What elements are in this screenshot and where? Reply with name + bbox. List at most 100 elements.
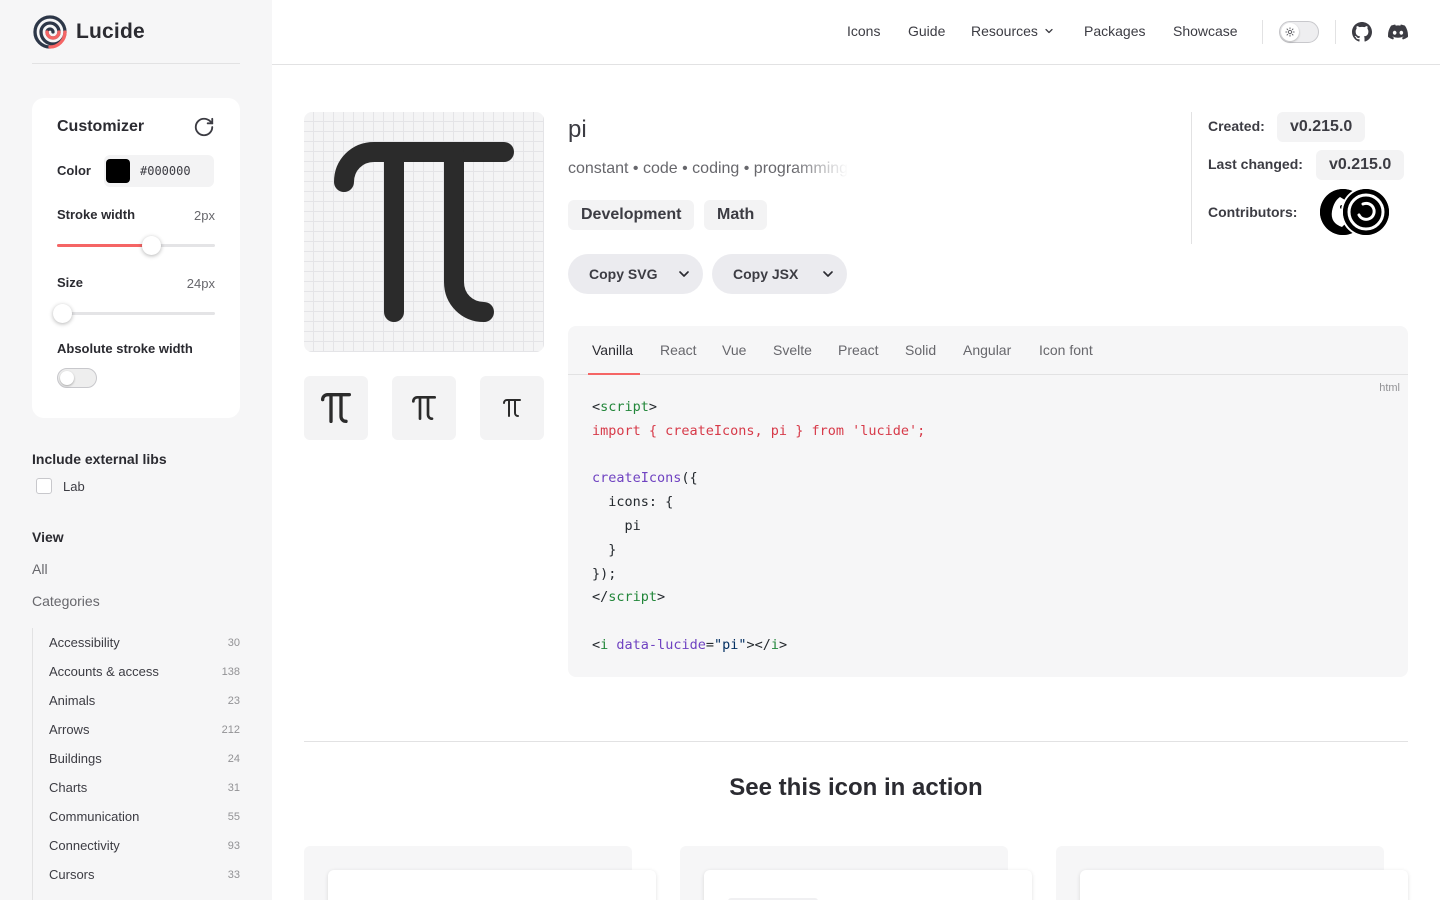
code-token: "pi" xyxy=(713,636,747,653)
category-list-item[interactable]: Communication 55 xyxy=(33,802,240,831)
demo-card[interactable] xyxy=(304,846,656,900)
category-name: Connectivity xyxy=(49,838,120,853)
copy-svg-label: Copy SVG xyxy=(589,266,658,282)
created-version-badge[interactable]: v0.215.0 xyxy=(1277,112,1366,142)
code-token: > xyxy=(779,636,788,653)
avatar-image xyxy=(1343,189,1389,235)
view-categories-link[interactable]: Categories xyxy=(32,593,100,609)
copy-jsx-button[interactable]: Copy JSX xyxy=(712,254,847,294)
tab-angular[interactable]: Angular xyxy=(963,342,1011,358)
theme-toggle-knob xyxy=(1281,23,1299,41)
nav-resources[interactable]: Resources xyxy=(971,23,1055,39)
category-list-item[interactable]: Accounts & access 138 xyxy=(33,657,240,686)
code-token: import { createIcons, pi } from 'lucide'… xyxy=(592,422,926,439)
pi-icon xyxy=(503,399,521,417)
code-token: }); xyxy=(592,565,617,582)
category-list: Accessibility 30 Accounts & access 138 Anima… xyxy=(32,628,240,900)
code-token: script xyxy=(608,589,658,606)
tab-icon-font[interactable]: Icon font xyxy=(1039,342,1093,358)
nav-icons[interactable]: Icons xyxy=(847,23,880,39)
absolute-stroke-toggle[interactable] xyxy=(57,368,97,388)
copy-jsx-dropdown[interactable] xyxy=(809,254,847,294)
tab-preact[interactable]: Preact xyxy=(838,342,878,358)
pi-icon xyxy=(334,142,514,322)
category-list-item[interactable]: Animals 23 xyxy=(33,686,240,715)
tab-svelte[interactable]: Svelte xyxy=(773,342,812,358)
tab-vanilla[interactable]: Vanilla xyxy=(592,342,633,358)
category-list-item[interactable]: Connectivity 93 xyxy=(33,831,240,860)
stroke-width-slider-fill xyxy=(57,244,152,247)
code-token: data-lucide xyxy=(616,636,706,653)
last-changed-label: Last changed: xyxy=(1208,156,1303,172)
code-token: </ xyxy=(592,589,609,606)
toggle-knob xyxy=(60,371,74,385)
category-list-item[interactable]: Charts 31 xyxy=(33,773,240,802)
size-slider-thumb[interactable] xyxy=(53,304,72,323)
color-swatch[interactable] xyxy=(106,159,130,183)
pi-icon xyxy=(412,396,436,420)
category-count: 23 xyxy=(227,694,240,707)
code-token: = xyxy=(705,636,714,653)
view-all-link[interactable]: All xyxy=(32,561,48,577)
stroke-width-slider-thumb[interactable] xyxy=(142,236,162,255)
reset-icon[interactable] xyxy=(193,116,215,138)
category-list-item[interactable]: Accessibility 30 xyxy=(33,628,240,657)
code-snippet[interactable]: <script> import { createIcons, pi } from… xyxy=(592,396,925,658)
code-token: icons: { xyxy=(592,494,674,511)
chevron-down-icon xyxy=(679,271,689,277)
demo-card-inner xyxy=(328,870,656,900)
category-name: Cursors xyxy=(49,867,95,882)
sun-icon xyxy=(1285,27,1295,37)
discord-icon[interactable] xyxy=(1388,22,1408,42)
category-list-item[interactable]: Cursors 33 xyxy=(33,860,240,889)
color-picker[interactable]: #000000 xyxy=(104,155,214,187)
copy-svg-dropdown[interactable] xyxy=(665,254,703,294)
github-icon[interactable] xyxy=(1352,22,1372,42)
category-tag-development[interactable]: Development xyxy=(568,200,695,230)
demo-card[interactable] xyxy=(680,846,1032,900)
nav-guide[interactable]: Guide xyxy=(908,23,945,39)
nav-packages[interactable]: Packages xyxy=(1084,23,1145,39)
avatar[interactable] xyxy=(1343,189,1389,235)
code-token: < xyxy=(592,636,601,653)
code-token: > xyxy=(657,589,666,606)
category-count: 212 xyxy=(221,723,240,736)
lucide-logo-icon xyxy=(33,15,67,49)
tab-vue[interactable]: Vue xyxy=(722,342,746,358)
color-hex-value[interactable]: #000000 xyxy=(140,164,191,178)
code-token: ></ xyxy=(746,636,771,653)
stroke-width-label: Stroke width xyxy=(57,207,136,222)
icon-size-medium[interactable] xyxy=(392,376,456,440)
category-list-item[interactable] xyxy=(33,889,240,900)
stroke-width-slider[interactable] xyxy=(57,236,215,255)
divider xyxy=(1191,112,1192,244)
external-libs-title: Include external libs xyxy=(32,451,167,467)
category-name: Arrows xyxy=(49,722,90,737)
code-token: pi xyxy=(592,517,641,534)
icon-tags: constant • code • coding • programming xyxy=(568,160,848,177)
demo-card-inner xyxy=(1080,870,1408,900)
category-count: 55 xyxy=(227,810,240,823)
category-list-item[interactable]: Arrows 212 xyxy=(33,715,240,744)
tab-react[interactable]: React xyxy=(660,342,697,358)
brand-name: Lucide xyxy=(76,20,145,43)
nav-showcase[interactable]: Showcase xyxy=(1173,23,1238,39)
category-list-item[interactable]: Buildings 24 xyxy=(33,744,240,773)
top-nav: Icons Guide Resources Packages Showcase xyxy=(272,0,1440,65)
lab-checkbox[interactable] xyxy=(36,478,52,494)
changed-version-badge[interactable]: v0.215.0 xyxy=(1316,150,1405,180)
logo[interactable]: Lucide xyxy=(32,14,145,50)
copy-svg-button[interactable]: Copy SVG xyxy=(568,254,703,294)
category-name: Communication xyxy=(49,809,140,824)
theme-toggle[interactable] xyxy=(1279,21,1319,43)
lab-checkbox-label[interactable]: Lab xyxy=(63,479,85,494)
icon-size-small[interactable] xyxy=(480,376,544,440)
tab-solid[interactable]: Solid xyxy=(905,342,936,358)
category-tag-math[interactable]: Math xyxy=(704,200,768,230)
icon-size-large[interactable] xyxy=(304,376,368,440)
size-slider[interactable] xyxy=(53,304,215,323)
demo-card[interactable] xyxy=(1056,846,1408,900)
code-token: } xyxy=(592,541,617,558)
lab-checkbox-row[interactable]: Lab xyxy=(36,478,85,494)
category-count: 93 xyxy=(227,839,240,852)
